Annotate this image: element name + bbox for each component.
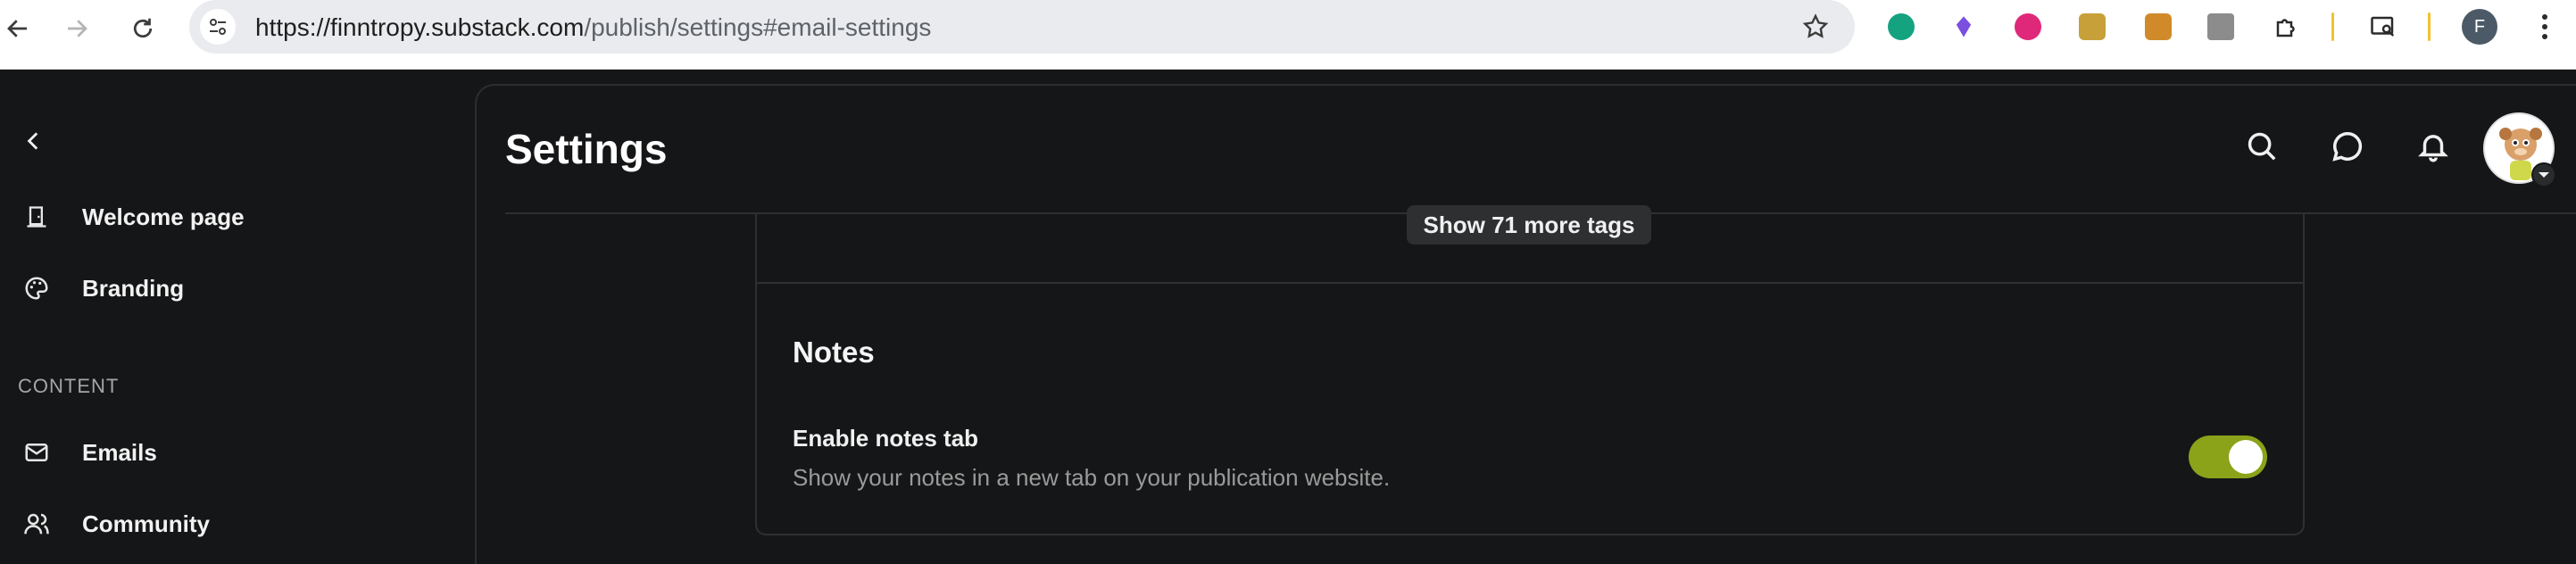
docs-extension-icon[interactable] <box>2205 11 2237 43</box>
pro-extension-icon[interactable] <box>2142 11 2174 43</box>
url-path: /publish/settings#email-settings <box>584 13 932 41</box>
chat-bubble-icon[interactable] <box>2328 127 2367 166</box>
chevron-left-icon[interactable] <box>16 123 52 159</box>
toggle-knob <box>2229 440 2263 474</box>
browser-menu-icon[interactable] <box>2531 9 2558 45</box>
sidebar-item-community[interactable]: Community <box>0 498 475 548</box>
url-host: https://finntropy.substack.com <box>255 13 585 41</box>
search-icon[interactable] <box>2242 127 2281 166</box>
sidebar-item-welcome-page[interactable]: Welcome page <box>0 191 475 241</box>
notes-section-heading: Notes <box>793 336 875 369</box>
sidebar-item-branding[interactable]: Branding <box>0 262 475 312</box>
sidebar: Welcome page Branding CONTENT Emails Com… <box>0 70 475 564</box>
page-icon <box>21 202 52 232</box>
enable-notes-tab-description: Show your notes in a new tab on your pub… <box>793 464 1391 491</box>
url-text: https://finntropy.substack.com/publish/s… <box>255 13 931 42</box>
chevron-down-icon[interactable] <box>2531 162 2556 187</box>
sidebar-item-label: Emails <box>82 439 157 466</box>
sidebar-item-label: Welcome page <box>82 203 245 230</box>
people-icon <box>21 509 52 539</box>
sidebar-section-content: CONTENT <box>18 375 120 397</box>
enable-notes-tab-label: Enable notes tab <box>793 425 979 452</box>
pink-circle-icon[interactable] <box>2012 11 2044 43</box>
toolbar-separator <box>2331 12 2334 41</box>
grammarly-icon[interactable] <box>1885 11 1917 43</box>
site-settings-icon[interactable] <box>200 9 236 45</box>
browser-profile-avatar[interactable]: F <box>2462 9 2497 45</box>
reload-icon[interactable] <box>125 11 161 46</box>
tab-search-icon[interactable] <box>2367 11 2399 43</box>
cc-extension-icon[interactable] <box>2076 11 2108 43</box>
show-more-tags-button[interactable]: Show 71 more tags <box>1407 205 1651 245</box>
browser-toolbar: https://finntropy.substack.com/publish/s… <box>0 0 2576 70</box>
puzzle-icon[interactable] <box>2271 11 2303 43</box>
toolbar-separator <box>2428 12 2431 41</box>
card-divider <box>755 282 2305 284</box>
enable-notes-tab-toggle[interactable] <box>2189 435 2267 478</box>
sidebar-item-label: Community <box>82 510 210 537</box>
address-bar[interactable]: https://finntropy.substack.com/publish/s… <box>189 0 1855 54</box>
forward-arrow-icon[interactable] <box>59 11 95 46</box>
sidebar-item-label: Branding <box>82 275 185 302</box>
bookmark-star-icon[interactable] <box>1801 12 1830 46</box>
bell-icon[interactable] <box>2414 127 2453 166</box>
mail-icon <box>21 437 52 468</box>
back-arrow-icon[interactable] <box>0 11 36 46</box>
palette-icon <box>21 273 52 303</box>
crystal-icon[interactable] <box>1948 11 1980 43</box>
page-title: Settings <box>505 126 668 172</box>
sidebar-item-emails[interactable]: Emails <box>0 427 475 477</box>
